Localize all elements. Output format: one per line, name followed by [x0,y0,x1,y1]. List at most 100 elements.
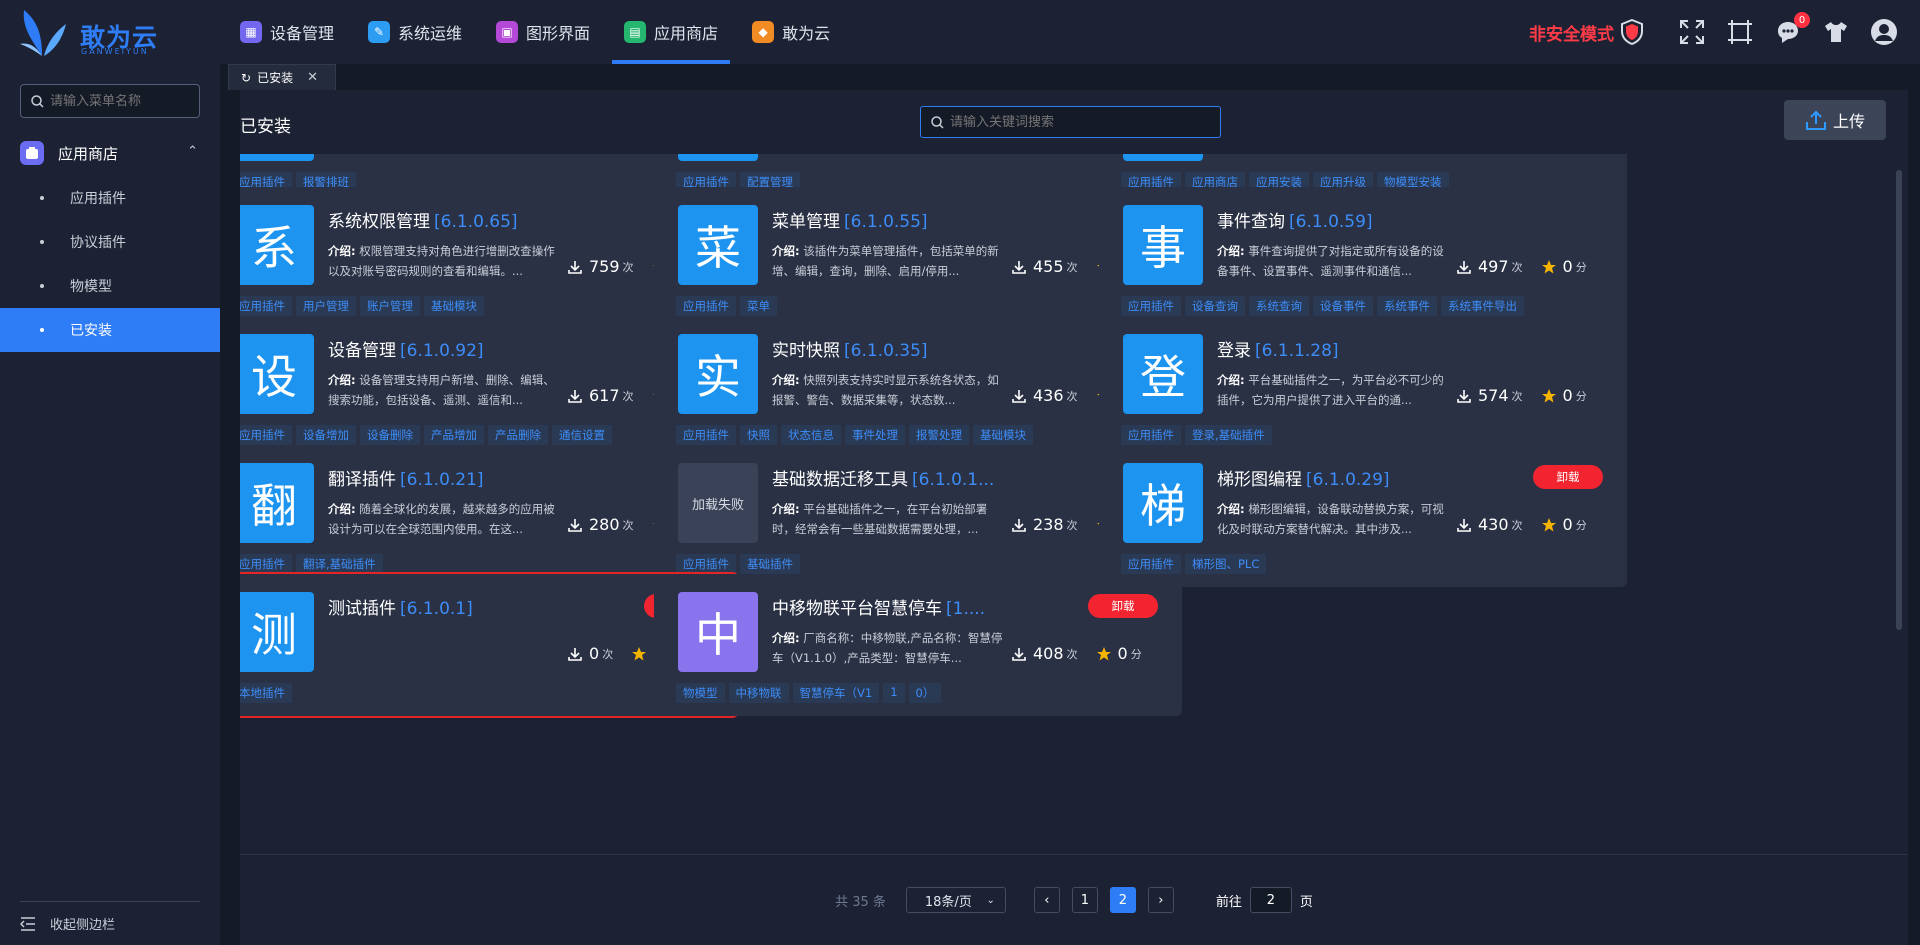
tag[interactable]: 用户管理 [296,296,356,316]
bullet-icon [40,196,44,200]
nav-device-management[interactable]: ▦ 设备管理 [228,0,346,64]
tag[interactable]: 基础模块 [424,296,484,316]
unsafe-mode-label[interactable]: 非安全模式 [1529,20,1614,45]
tag[interactable]: 应用插件 [1121,554,1181,574]
scrollbar-thumb[interactable] [1896,170,1902,630]
plugin-title[interactable]: 翻译插件 [6.1.0.21] [328,465,484,490]
upload-button[interactable]: 上传 [1784,100,1886,140]
brand-subtitle: GANWEIYUN [81,47,149,56]
tag[interactable]: 应用插件 [676,554,736,574]
tag[interactable]: 快照 [740,425,777,445]
nav-graphic-ui[interactable]: ▣ 图形界面 [484,0,602,64]
nav-ganwei-cloud[interactable]: ◆ 敢为云 [740,0,842,64]
sidebar-item-thing-model[interactable]: 物模型 [0,264,220,308]
keyword-search-box[interactable] [920,106,1221,138]
plugin-title[interactable]: 基础数据迁移工具 [6.1.0.1... [772,465,994,490]
tag[interactable]: 本地插件 [240,683,292,703]
tag[interactable]: 通信设置 [552,425,612,445]
tag[interactable]: 基础模块 [973,425,1033,445]
tag[interactable]: 翻译,基础插件 [296,554,383,574]
tag[interactable]: 设备事件 [1313,296,1373,316]
plugin-title[interactable]: 事件查询 [6.1.0.59] [1217,207,1373,232]
page-title: 已安装 [240,117,291,137]
nav-app-store[interactable]: ▤ 应用商店 [612,0,731,64]
tag[interactable]: 状态信息 [781,425,841,445]
plugin-title[interactable]: 登录 [6.1.1.28] [1217,336,1339,361]
uninstall-button[interactable]: 卸载 [1088,594,1158,618]
plugin-title[interactable]: 系统权限管理 [6.1.0.65] [328,207,518,232]
tag[interactable]: 应用插件 [1121,425,1181,445]
tag[interactable]: 应用插件 [240,425,292,445]
plugin-tags: 应用插件 设备增加 设备删除 产品增加 产品删除 通信设置 [240,425,616,445]
plugin-card[interactable]: 梯梯形图编程 [6.1.0.29] 介绍: 梯形图编辑，设备联动替换方案，可视化及时… [1099,445,1627,587]
tag[interactable]: 应用插件 [240,554,292,574]
plugin-title[interactable]: 设备管理 [6.1.0.92] [328,336,484,361]
tag[interactable]: 产品删除 [488,425,548,445]
collapse-sidebar-button[interactable]: 收起侧边栏 [20,901,200,945]
tag[interactable]: 事件处理 [845,425,905,445]
tag[interactable]: 中移物联 [728,683,789,703]
tag[interactable]: 1 [883,683,905,703]
tag[interactable]: 产品增加 [424,425,484,445]
tag[interactable]: 0） [908,683,942,703]
intro-label: 介绍: [772,631,800,645]
tag[interactable]: 应用插件 [676,425,736,445]
menu-search-input[interactable] [50,93,190,109]
plugin-card[interactable]: 中中移物联平台智慧停车 [1.... 介绍: 厂商名称：中移物联,产品名称：智慧停车… [654,574,1182,716]
tag[interactable]: 应用插件 [1121,296,1181,316]
plugin-card[interactable]: 登登录 [6.1.1.28] 介绍: 平台基础插件之一，为平台必不可少的插件，它为用… [1099,316,1627,458]
tab-installed[interactable]: ↻ 已安装 ✕ [228,64,336,90]
shield-alert-icon[interactable] [1620,19,1644,45]
tag[interactable]: 系统查询 [1249,296,1309,316]
intro-label: 介绍: [1217,502,1245,516]
plugin-title[interactable]: 实时快照 [6.1.0.35] [772,336,928,361]
brand-logo[interactable]: 敢为云 GANWEIYUN [18,4,168,60]
tag[interactable]: 账户管理 [360,296,420,316]
uninstall-button[interactable]: 卸载 [1533,465,1603,489]
tag[interactable]: 应用插件 [676,296,736,316]
jump-page-input[interactable] [1249,887,1292,913]
tag[interactable]: 物模型 [676,683,725,703]
tag[interactable]: 系统事件导出 [1441,296,1524,316]
menu-search-box[interactable] [20,84,200,118]
tab-strip: ↻ 已安装 ✕ [228,64,1920,90]
sidebar-item-installed[interactable]: 已安装 [0,308,220,352]
screenshot-frame-icon[interactable] [1726,18,1754,46]
nav-system-ops[interactable]: ✎ 系统运维 [356,0,474,64]
plugin-title[interactable]: 中移物联平台智慧停车 [1.... [772,594,985,619]
tag[interactable]: 梯形图、PLC [1185,554,1267,574]
theme-shirt-icon[interactable] [1822,18,1850,46]
tag[interactable]: 设备查询 [1185,296,1245,316]
prev-page-button[interactable]: ‹ [1033,887,1060,913]
sidebar-item-app-plugins[interactable]: 应用插件 [0,176,220,220]
plugin-title[interactable]: 菜单管理 [6.1.0.55] [772,207,928,232]
plugin-title[interactable]: 测试插件 [6.1.0.1] [328,594,473,619]
tag[interactable]: 系统事件 [1377,296,1437,316]
tag[interactable]: 应用插件 [240,296,292,316]
next-page-button[interactable]: › [1147,887,1174,913]
download-count: 617 [589,386,620,405]
page-size-select[interactable]: 18条/页 ⌄ [905,887,1006,913]
tag[interactable]: 菜单 [740,296,777,316]
tag[interactable]: 智慧停车（V1 [792,683,880,703]
plugin-card[interactable]: 事事件查询 [6.1.0.59] 介绍: 事件查询提供了对指定或所有设备的设备事件、… [1099,187,1627,329]
sidebar-group-app-store[interactable]: 应用商店 ⌃ [0,130,220,176]
tag[interactable]: 登录,基础插件 [1185,425,1272,445]
tag[interactable]: 基础插件 [740,554,800,574]
close-icon[interactable]: ✕ [307,70,318,85]
fullscreen-icon[interactable] [1678,18,1706,46]
tag[interactable]: 设备删除 [360,425,420,445]
plugin-grid: 介绍: 组，并给设备分组指派负责人员，当设备...489次0分应用插件报警排班介… [240,154,1908,854]
keyword-search-input[interactable] [950,114,1200,130]
tag[interactable]: 设备增加 [296,425,356,445]
plugin-title[interactable]: 梯形图编程 [6.1.0.29] [1217,465,1390,490]
messages-icon[interactable]: 0 [1774,12,1810,46]
page-1-button[interactable]: 1 [1071,887,1098,913]
refresh-icon[interactable]: ↻ [241,71,251,85]
user-avatar-icon[interactable] [1870,18,1898,46]
sidebar-item-protocol-plugins[interactable]: 协议插件 [0,220,220,264]
tag[interactable]: 报警处理 [909,425,969,445]
page-2-button[interactable]: 2 [1109,887,1136,913]
chevron-up-icon[interactable]: ⌃ [187,144,198,159]
plugin-tags: 应用插件 梯形图、PLC [1121,554,1270,574]
